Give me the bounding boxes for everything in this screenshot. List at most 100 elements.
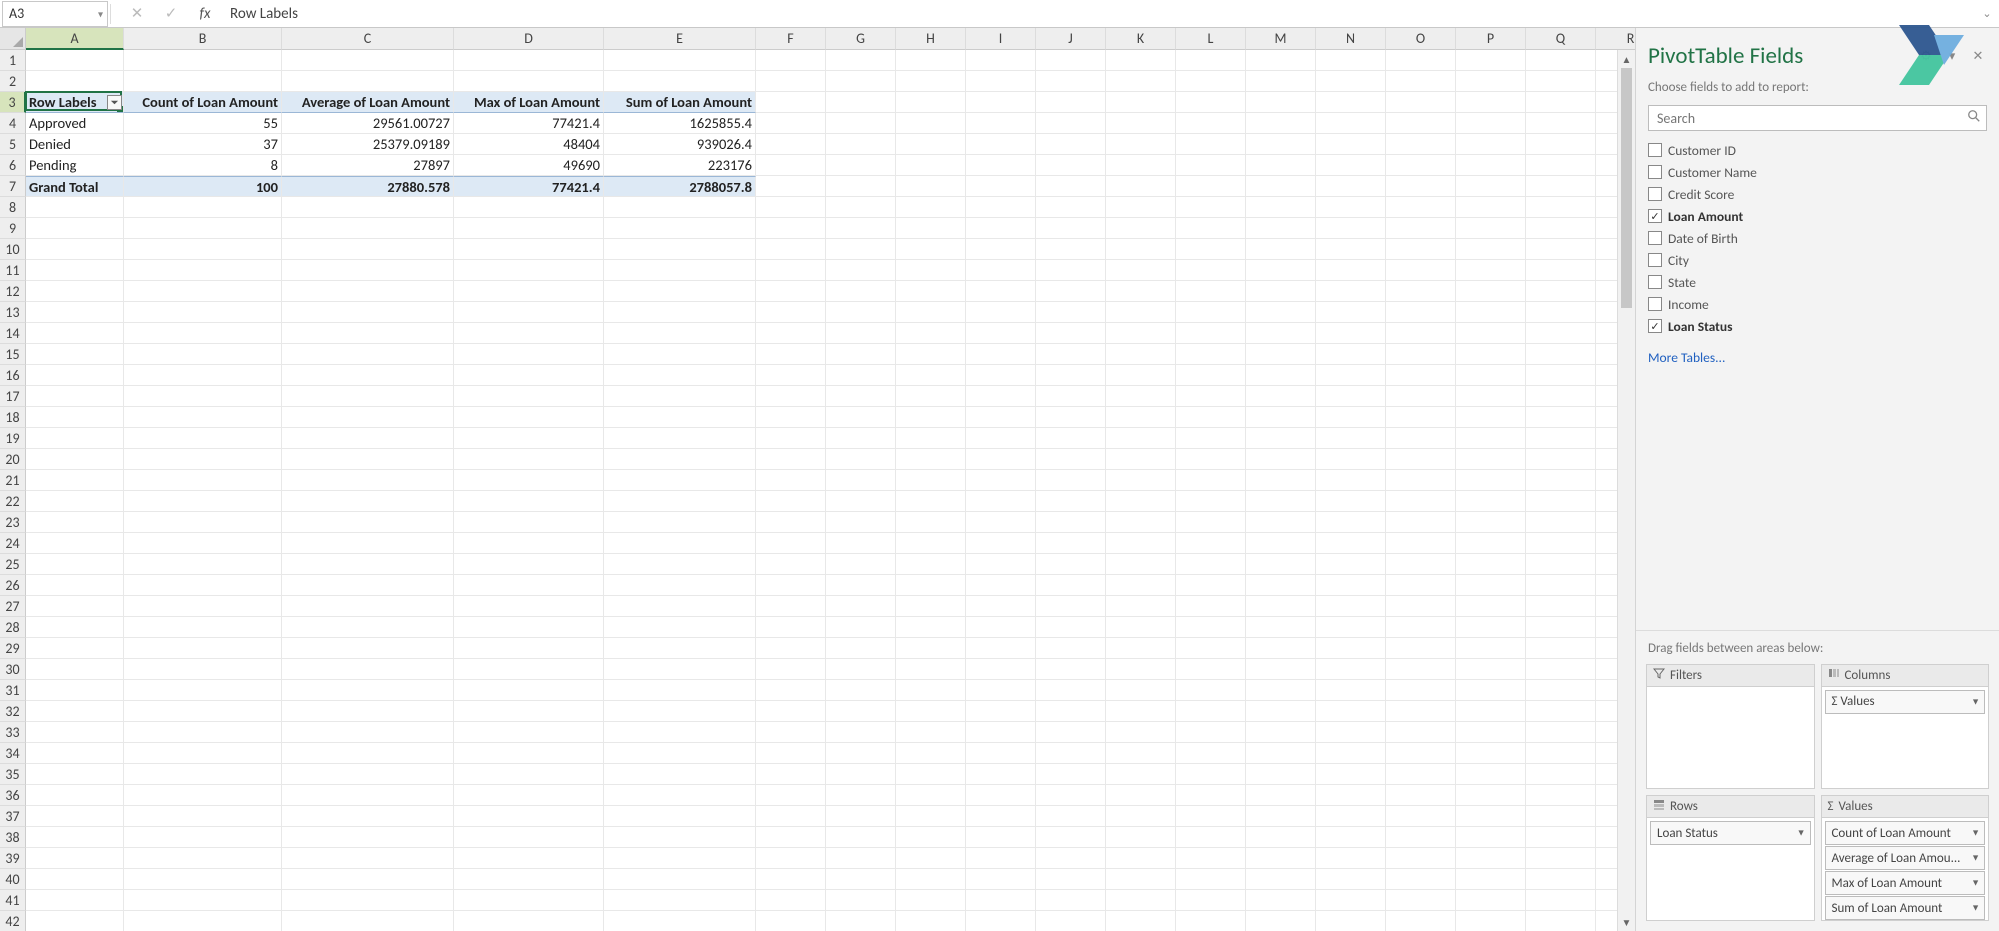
cell[interactable] bbox=[1106, 764, 1176, 785]
cell[interactable] bbox=[966, 260, 1036, 281]
cell[interactable] bbox=[1176, 71, 1246, 92]
name-box-dropdown-icon[interactable]: ▾ bbox=[98, 7, 103, 20]
cell[interactable] bbox=[1316, 239, 1386, 260]
cell[interactable] bbox=[454, 890, 604, 911]
cell[interactable] bbox=[966, 239, 1036, 260]
cell[interactable] bbox=[124, 407, 282, 428]
cell[interactable] bbox=[282, 470, 454, 491]
cell[interactable] bbox=[604, 470, 756, 491]
values-area[interactable]: ΣValues Count of Loan Amount▼Average of … bbox=[1821, 795, 1990, 921]
cell[interactable] bbox=[124, 491, 282, 512]
cell[interactable] bbox=[1386, 827, 1456, 848]
cell[interactable] bbox=[1106, 71, 1176, 92]
cell[interactable] bbox=[124, 197, 282, 218]
cell[interactable] bbox=[26, 743, 124, 764]
cell[interactable]: 37 bbox=[124, 134, 282, 155]
cell[interactable] bbox=[756, 638, 826, 659]
cell[interactable] bbox=[454, 575, 604, 596]
cell[interactable] bbox=[756, 449, 826, 470]
cell[interactable] bbox=[1316, 596, 1386, 617]
cell[interactable] bbox=[1176, 659, 1246, 680]
cell[interactable]: 8 bbox=[124, 155, 282, 176]
row-header-31[interactable]: 31 bbox=[0, 680, 26, 701]
cell[interactable] bbox=[1106, 785, 1176, 806]
cell[interactable] bbox=[282, 302, 454, 323]
cell[interactable] bbox=[26, 659, 124, 680]
cell[interactable] bbox=[1316, 323, 1386, 344]
cell[interactable] bbox=[1386, 386, 1456, 407]
cell[interactable] bbox=[1246, 806, 1316, 827]
cell[interactable] bbox=[1106, 281, 1176, 302]
area-item-dropdown-icon[interactable]: ▼ bbox=[1971, 696, 1980, 707]
cell[interactable] bbox=[604, 869, 756, 890]
cell[interactable] bbox=[1316, 638, 1386, 659]
cell[interactable] bbox=[604, 407, 756, 428]
cell[interactable] bbox=[1316, 281, 1386, 302]
cell[interactable] bbox=[1526, 407, 1596, 428]
cell[interactable] bbox=[604, 281, 756, 302]
cell[interactable] bbox=[1316, 71, 1386, 92]
cell[interactable] bbox=[1456, 176, 1526, 197]
cell[interactable] bbox=[1036, 365, 1106, 386]
cell[interactable] bbox=[1456, 281, 1526, 302]
cell[interactable] bbox=[1176, 596, 1246, 617]
cell[interactable] bbox=[454, 554, 604, 575]
cell[interactable] bbox=[604, 764, 756, 785]
cell[interactable] bbox=[1526, 197, 1596, 218]
cell[interactable] bbox=[826, 113, 896, 134]
cell[interactable] bbox=[1526, 533, 1596, 554]
cell[interactable] bbox=[604, 449, 756, 470]
cell[interactable] bbox=[604, 722, 756, 743]
cell[interactable] bbox=[26, 575, 124, 596]
cell[interactable] bbox=[454, 470, 604, 491]
cell[interactable] bbox=[1526, 50, 1596, 71]
cell[interactable] bbox=[282, 722, 454, 743]
cell[interactable] bbox=[1316, 176, 1386, 197]
cell[interactable] bbox=[756, 911, 826, 931]
cell[interactable] bbox=[966, 92, 1036, 113]
cell[interactable] bbox=[1036, 239, 1106, 260]
cell[interactable] bbox=[966, 470, 1036, 491]
cell[interactable] bbox=[1106, 680, 1176, 701]
cell[interactable] bbox=[1456, 617, 1526, 638]
cell[interactable] bbox=[1246, 869, 1316, 890]
vertical-scrollbar[interactable]: ▲ ▼ bbox=[1617, 50, 1635, 931]
row-header-6[interactable]: 6 bbox=[0, 155, 26, 176]
cell[interactable] bbox=[1106, 722, 1176, 743]
cell[interactable] bbox=[124, 533, 282, 554]
cell[interactable] bbox=[1526, 890, 1596, 911]
select-all-corner[interactable] bbox=[0, 28, 26, 50]
scroll-thumb[interactable] bbox=[1621, 68, 1632, 308]
cell[interactable] bbox=[1316, 386, 1386, 407]
cell[interactable] bbox=[604, 239, 756, 260]
cell[interactable] bbox=[1386, 344, 1456, 365]
cell[interactable] bbox=[1246, 554, 1316, 575]
field-item[interactable]: City bbox=[1648, 249, 1987, 271]
cell[interactable] bbox=[26, 911, 124, 931]
cell[interactable] bbox=[1526, 722, 1596, 743]
cell[interactable] bbox=[454, 806, 604, 827]
cell[interactable] bbox=[896, 50, 966, 71]
cell[interactable] bbox=[1316, 197, 1386, 218]
cell[interactable] bbox=[966, 512, 1036, 533]
cell[interactable] bbox=[756, 512, 826, 533]
close-pane-icon[interactable]: ✕ bbox=[1969, 47, 1987, 65]
cell[interactable] bbox=[604, 365, 756, 386]
cell[interactable] bbox=[1246, 71, 1316, 92]
cell[interactable] bbox=[26, 365, 124, 386]
cell[interactable] bbox=[756, 617, 826, 638]
field-item[interactable]: Date of Birth bbox=[1648, 227, 1987, 249]
cell[interactable] bbox=[454, 680, 604, 701]
cell[interactable] bbox=[896, 638, 966, 659]
cell[interactable] bbox=[826, 554, 896, 575]
cell[interactable] bbox=[124, 449, 282, 470]
cell[interactable] bbox=[454, 218, 604, 239]
cell[interactable] bbox=[756, 806, 826, 827]
cell[interactable] bbox=[454, 71, 604, 92]
cell[interactable] bbox=[1036, 764, 1106, 785]
cell[interactable] bbox=[896, 197, 966, 218]
cell[interactable] bbox=[896, 113, 966, 134]
area-item[interactable]: Sum of Loan Amount▼ bbox=[1825, 896, 1986, 920]
cell[interactable] bbox=[124, 806, 282, 827]
cell[interactable] bbox=[966, 638, 1036, 659]
